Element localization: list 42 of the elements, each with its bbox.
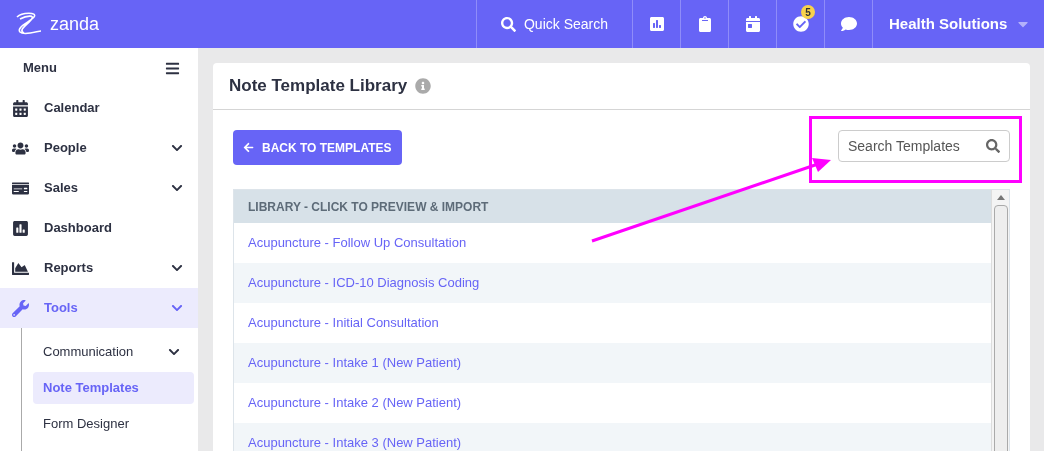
- scroll-thumb[interactable]: [993, 205, 1008, 451]
- sidebar-item[interactable]: People: [0, 128, 198, 168]
- back-button[interactable]: BACK TO TEMPLATES: [233, 130, 402, 165]
- calendar-icon: [12, 99, 29, 117]
- info-icon[interactable]: [415, 78, 432, 94]
- page-title: Note Template Library: [229, 75, 408, 98]
- template-link[interactable]: Acupuncture - Intake 1 (New Patient): [248, 353, 462, 373]
- sidebar-item[interactable]: Calendar: [0, 88, 198, 128]
- submenu-item[interactable]: Form Designer: [33, 408, 194, 440]
- sidebar-item[interactable]: Reports: [0, 248, 198, 288]
- submenu-item[interactable]: Note Templates: [33, 372, 194, 404]
- menu-title: Menu: [23, 59, 57, 78]
- menu-icon[interactable]: [165, 60, 180, 76]
- logo-icon: [14, 11, 44, 37]
- area-chart-icon: [12, 259, 29, 277]
- search-icon: [986, 139, 1000, 153]
- bar-chart-icon: [648, 16, 665, 32]
- brand-name: zanda: [50, 12, 100, 36]
- account-menu[interactable]: Health Solutions: [872, 0, 1044, 48]
- search-icon: [500, 16, 516, 32]
- clipboard-icon: [696, 16, 713, 32]
- scroll-up-icon[interactable]: [995, 193, 1006, 201]
- search-field[interactable]: Search Templates: [838, 130, 1010, 162]
- template-link[interactable]: Acupuncture - Follow Up Consultation: [248, 233, 467, 253]
- chat-icon: [840, 16, 857, 32]
- submenu-item[interactable]: Communication: [33, 336, 194, 368]
- template-link[interactable]: Acupuncture - Initial Consultation: [248, 313, 439, 333]
- bar-chart-icon: [12, 219, 29, 237]
- calendar-icon: [744, 16, 761, 32]
- wrench-icon: [12, 299, 29, 317]
- sidebar-item[interactable]: Dashboard: [0, 208, 198, 248]
- scrollbar[interactable]: [991, 190, 1009, 451]
- notification-badge: 5: [801, 5, 815, 19]
- sidebar-item[interactable]: Sales: [0, 168, 198, 208]
- template-link[interactable]: Acupuncture - Intake 3 (New Patient): [248, 433, 462, 451]
- template-link[interactable]: Acupuncture - Intake 2 (New Patient): [248, 393, 462, 413]
- quick-search-button[interactable]: Quick Search: [476, 0, 632, 48]
- toolbar-button[interactable]: 5: [776, 0, 824, 48]
- table-header: LIBRARY - CLICK TO PREVIEW & IMPORT: [234, 190, 991, 223]
- arrow-left-icon: [243, 142, 254, 153]
- sidebar-item[interactable]: Tools: [0, 288, 198, 328]
- template-link[interactable]: Acupuncture - ICD-10 Diagnosis Coding: [248, 273, 480, 293]
